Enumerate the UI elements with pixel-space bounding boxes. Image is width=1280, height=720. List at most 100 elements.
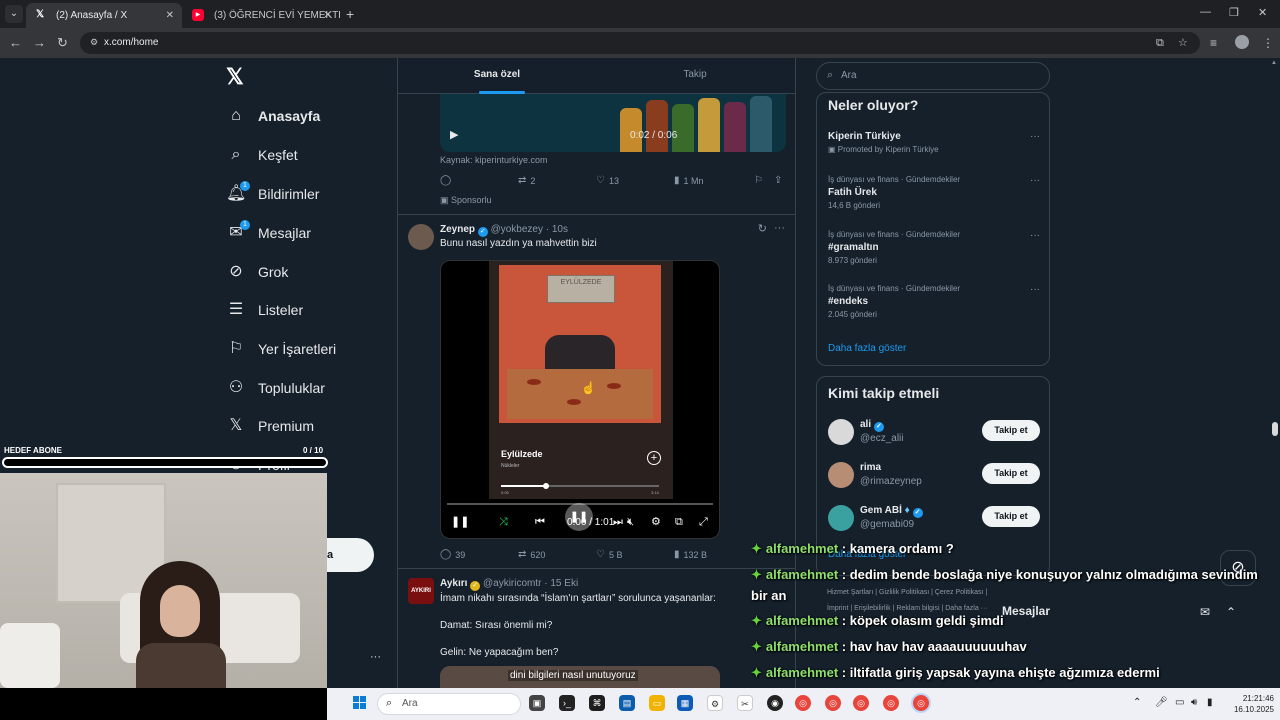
reply-button[interactable]: ◯ 39: [440, 549, 465, 560]
forward-icon[interactable]: →: [33, 35, 46, 51]
play-icon[interactable]: ▶: [450, 128, 458, 141]
next-icon[interactable]: ⏭︎: [613, 515, 623, 529]
tweet-time[interactable]: 15 Eki: [550, 578, 578, 589]
store-icon[interactable]: ▦: [677, 695, 693, 711]
pause-icon[interactable]: ❚❚: [451, 515, 469, 529]
tweet-time[interactable]: 10s: [552, 224, 568, 235]
nav-item-communities[interactable]: ⚇ Topluluklar: [226, 373, 325, 403]
more-options-icon[interactable]: ···: [1030, 284, 1040, 295]
close-window-icon[interactable]: ✕: [1258, 6, 1267, 19]
media-controls-icon[interactable]: ≡: [1210, 35, 1217, 51]
author-name[interactable]: Aykırı: [440, 578, 467, 589]
author-handle[interactable]: @yokbezey: [491, 224, 543, 235]
follow-suggestion[interactable]: rima @rimazeynep Takip et: [828, 460, 1040, 490]
settings-icon[interactable]: ⚙: [651, 515, 661, 529]
tray-overflow-icon[interactable]: ⌃: [1133, 697, 1141, 708]
follow-button[interactable]: Takip et: [982, 506, 1040, 527]
nav-item-explore[interactable]: ⌕ Keşfet: [226, 140, 298, 170]
trend-item[interactable]: İş dünyası ve finans · Gündemdekiler Fat…: [828, 175, 1040, 210]
bookmark-button[interactable]: ⚐: [754, 175, 763, 186]
ad-video[interactable]: ▶ 0:02 / 0:06: [440, 94, 786, 152]
scrollbar-thumb[interactable]: [1272, 422, 1278, 436]
install-app-icon[interactable]: ⧉: [1156, 36, 1164, 50]
more-options-icon[interactable]: ···: [774, 222, 785, 234]
share-button[interactable]: ⇪: [774, 175, 782, 186]
more-options-icon[interactable]: ···: [1030, 131, 1040, 142]
ad-source[interactable]: Kaynak: kiperinturkiye.com: [440, 155, 548, 165]
author-handle[interactable]: @aykiricomtr: [483, 578, 542, 589]
tweet-media[interactable]: dini bilgileri nasıl unutuyoruz: [440, 666, 720, 688]
chrome-icon[interactable]: ◎: [883, 695, 899, 711]
scroll-up-icon[interactable]: ▲: [1271, 60, 1277, 66]
views-button[interactable]: ▮ 1 Mn: [674, 175, 704, 186]
views-button[interactable]: ▮ 132 B: [674, 549, 707, 560]
obs-icon[interactable]: ◉: [767, 695, 783, 711]
chrome-active-icon[interactable]: ◎: [913, 695, 929, 711]
nav-item-notifications[interactable]: 🔔︎ 1 Bildirimler: [226, 179, 319, 209]
fullscreen-icon[interactable]: ⤢: [699, 515, 708, 529]
task-view-icon[interactable]: ▣: [529, 695, 545, 711]
reload-icon[interactable]: ↻: [57, 35, 68, 51]
mute-icon[interactable]: 🔇︎: [627, 515, 634, 529]
settings-app-icon[interactable]: ⚙: [707, 695, 723, 711]
follow-suggestion[interactable]: Gem ABİ ♦ ✓ @gemabi09 Takip et: [828, 503, 1040, 533]
grok-refresh-icon[interactable]: ↻: [758, 222, 767, 235]
bookmark-star-icon[interactable]: ☆: [1178, 36, 1188, 50]
chrome-menu-icon[interactable]: ⋮: [1262, 35, 1274, 51]
tab-following[interactable]: Takip: [596, 58, 794, 94]
x-logo-icon[interactable]: 𝕏: [226, 66, 248, 88]
browser-tab-active[interactable]: 𝕏 (2) Anasayfa / X ✕: [26, 3, 182, 28]
site-info-icon[interactable]: ⚙: [88, 36, 100, 48]
trend-item[interactable]: İş dünyası ve finans · Gündemdekiler #gr…: [828, 230, 1040, 265]
more-options-icon[interactable]: ···: [1030, 230, 1040, 241]
chrome-icon[interactable]: ◎: [795, 695, 811, 711]
shuffle-icon[interactable]: ⤨: [499, 515, 508, 529]
new-tab-icon[interactable]: +: [346, 5, 354, 23]
follow-suggestion[interactable]: ali ✓ @ecz_alii Takip et: [828, 417, 1040, 447]
minimize-icon[interactable]: —: [1200, 6, 1211, 18]
snipping-tool-icon[interactable]: ✂: [737, 695, 753, 711]
browser-tab-inactive[interactable]: ▶ (3) ÖĞRENCİ EVİ YEMEKTEYİZ... ✕: [184, 3, 340, 28]
nav-item-home[interactable]: ⌂ Anasayfa: [226, 101, 320, 131]
file-explorer-icon[interactable]: ▭: [649, 695, 665, 711]
microphone-icon[interactable]: 🎤︎: [1155, 697, 1168, 708]
close-tab-icon[interactable]: ✕: [324, 3, 332, 28]
previous-icon[interactable]: ⏮︎: [535, 515, 545, 529]
like-button[interactable]: ♡ 5 B: [596, 549, 622, 560]
battery-icon[interactable]: ▮: [1207, 697, 1213, 708]
address-bar[interactable]: ⚙ x.com/home ⧉ ☆: [80, 32, 1200, 54]
tab-for-you[interactable]: Sana özel: [398, 58, 596, 94]
follow-button[interactable]: Takip et: [982, 463, 1040, 484]
show-more-link[interactable]: Daha fazla göster: [828, 343, 906, 354]
chrome-icon[interactable]: ◎: [853, 695, 869, 711]
volume-icon[interactable]: 🔊︎: [1191, 697, 1197, 708]
windows-start-icon[interactable]: [353, 696, 367, 710]
like-button[interactable]: ♡ 13: [596, 175, 619, 186]
nav-item-bookmarks[interactable]: ⚐ Yer İşaretleri: [226, 334, 336, 364]
tweet-video[interactable]: EYLÜLZEDE Eylülzede Nükleler + 0:05 3:14…: [440, 260, 720, 539]
retweet-button[interactable]: ⇄ 2: [518, 175, 535, 186]
network-icon[interactable]: ▭: [1175, 697, 1184, 708]
trend-item[interactable]: İş dünyası ve finans · Gündemdekiler #en…: [828, 284, 1040, 319]
nav-item-messages[interactable]: ✉ 1 Mesajlar: [226, 218, 311, 248]
pip-icon[interactable]: ⧉: [675, 515, 683, 529]
nav-item-grok[interactable]: ⊘ Grok: [226, 257, 288, 287]
close-tab-icon[interactable]: ✕: [166, 3, 174, 28]
profile-avatar[interactable]: [1235, 35, 1249, 49]
reply-button[interactable]: ◯: [440, 175, 451, 186]
author-name[interactable]: Zeynep: [440, 224, 475, 235]
retweet-button[interactable]: ⇄ 620: [518, 549, 545, 560]
back-icon[interactable]: ←: [9, 35, 22, 51]
restore-icon[interactable]: ❐: [1229, 6, 1239, 19]
follow-button[interactable]: Takip et: [982, 420, 1040, 441]
chrome-icon[interactable]: ◎: [825, 695, 841, 711]
footer-links-row[interactable]: İmprint | Erişilebilirlik | Reklam bilgi…: [827, 605, 988, 612]
account-more-icon[interactable]: ···: [370, 651, 381, 663]
search-input[interactable]: ⌕ Ara: [816, 62, 1050, 90]
more-options-icon[interactable]: ···: [1030, 175, 1040, 186]
tab-search-button[interactable]: ⌄: [5, 5, 23, 23]
taskbar-clock[interactable]: 21:21:46 16.10.2025: [1226, 693, 1274, 715]
taskbar-search[interactable]: ⌕ Ara: [377, 693, 521, 715]
code-editor-icon[interactable]: ⌘: [589, 695, 605, 711]
nav-item-premium[interactable]: 𝕏 Premium: [226, 411, 314, 441]
